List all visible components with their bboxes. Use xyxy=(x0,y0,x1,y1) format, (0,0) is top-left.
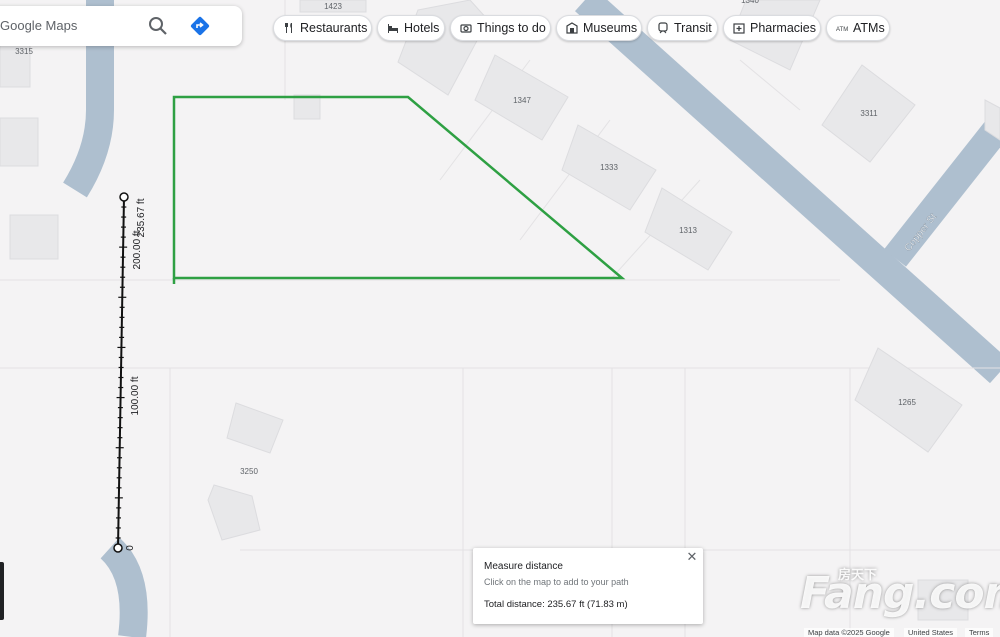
measure-total-distance: Total distance: 235.67 ft (71.83 m) xyxy=(484,599,628,610)
atm-icon: ATM xyxy=(836,22,848,34)
road xyxy=(100,537,148,637)
watermark-logo: Fang.com房天下 xyxy=(800,568,1000,619)
building-number: 1333 xyxy=(600,163,618,172)
scale-end-handle[interactable] xyxy=(119,192,129,202)
region-label[interactable]: United States xyxy=(904,628,958,637)
building-number: 1265 xyxy=(898,398,916,407)
building-number: 3311 xyxy=(860,109,878,118)
scale-label-200: 200.00 ft xyxy=(132,230,143,269)
scale-line xyxy=(117,196,125,549)
svg-text:ATM: ATM xyxy=(836,27,848,33)
building-number: 1423 xyxy=(324,2,342,11)
restaurant-icon xyxy=(283,22,295,34)
chip-hotels[interactable]: Hotels xyxy=(377,15,445,41)
chip-restaurants[interactable]: Restaurants xyxy=(273,15,372,41)
measure-subtitle: Click on the map to add to your path xyxy=(484,577,629,587)
building-number: 1347 xyxy=(513,96,531,105)
scale-label-100: 100.00 ft xyxy=(130,376,141,415)
chip-pharmacies[interactable]: Pharmacies xyxy=(723,15,821,41)
measure-title: Measure distance xyxy=(484,561,563,572)
side-panel-handle[interactable] xyxy=(0,562,4,620)
scale-label-zero: 0 xyxy=(125,545,136,551)
chip-museums[interactable]: Museums xyxy=(556,15,642,41)
transit-icon xyxy=(657,22,669,34)
building-number: 3315 xyxy=(15,47,33,56)
building-number: 1340 xyxy=(741,0,759,5)
scale-start-handle[interactable] xyxy=(113,543,123,553)
directions-icon[interactable] xyxy=(188,14,212,38)
museum-icon xyxy=(566,22,578,34)
search-input[interactable]: Google Maps xyxy=(0,18,77,33)
measure-scale: 235.67 ft 200.00 ft 100.00 ft 0 xyxy=(113,192,147,553)
hotel-icon xyxy=(387,22,399,34)
close-icon[interactable]: ✕ xyxy=(685,550,699,564)
search-icon[interactable] xyxy=(146,14,170,38)
map-data-credit: Map data ©2025 Google xyxy=(804,628,894,637)
chip-things-to-do[interactable]: Things to do xyxy=(450,15,551,41)
building-number: 1313 xyxy=(679,226,697,235)
terms-link[interactable]: Terms xyxy=(965,628,994,637)
measure-path[interactable] xyxy=(172,95,626,280)
building-number: 3250 xyxy=(240,467,258,476)
chip-transit[interactable]: Transit xyxy=(647,15,718,41)
measure-distance-card: Measure distance Click on the map to add… xyxy=(473,548,703,624)
camera-icon xyxy=(460,22,472,34)
chip-atms[interactable]: ATM ATMs xyxy=(826,15,890,41)
search-box[interactable]: Google Maps xyxy=(0,6,242,46)
map-canvas[interactable]: 3315 1423 1347 1333 1313 3311 1265 3250 … xyxy=(0,0,1000,637)
pharmacy-icon xyxy=(733,22,745,34)
